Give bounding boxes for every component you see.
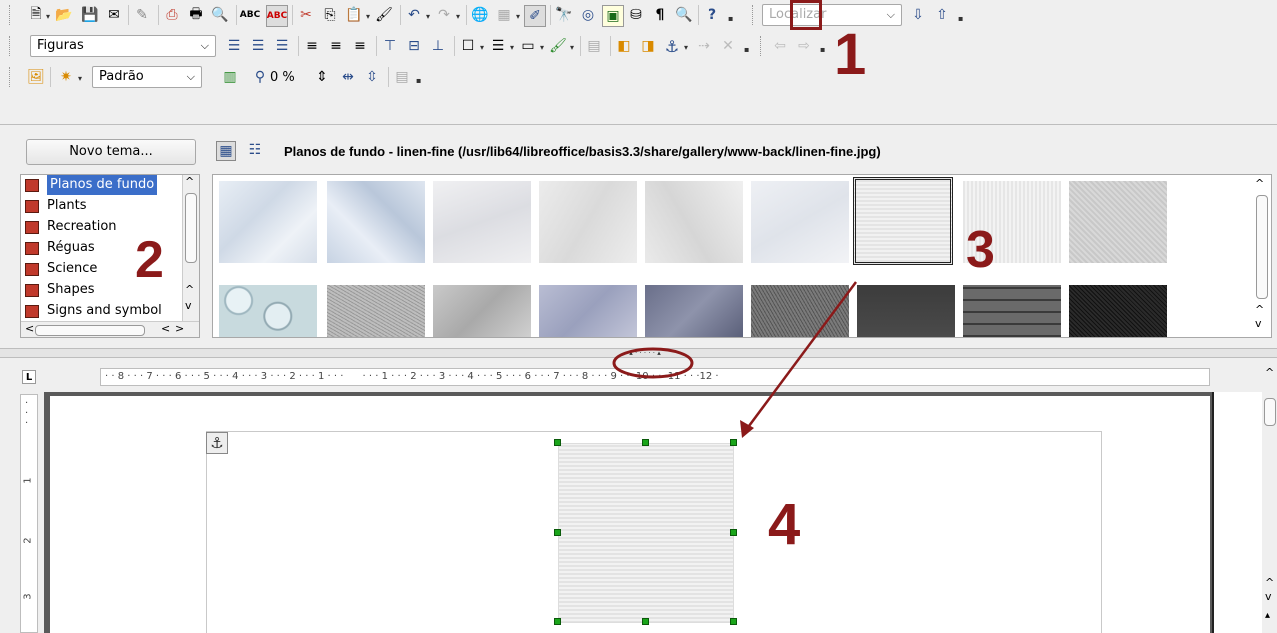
splitter-highlight-ellipse [612,347,694,379]
drag-arrow [744,281,858,431]
annotation-overlay [612,281,858,438]
